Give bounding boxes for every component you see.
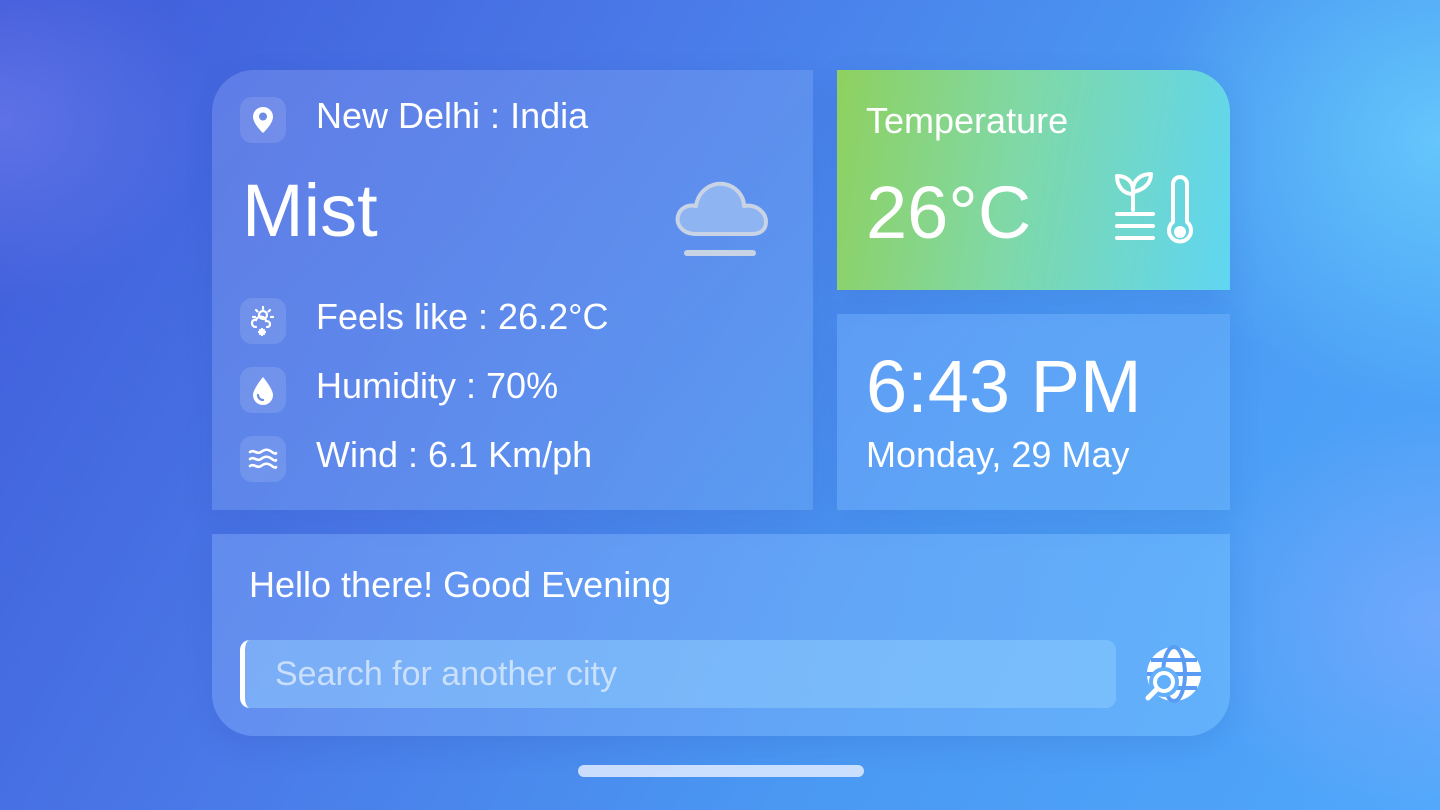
plant-thermometer-icon [1111, 170, 1203, 255]
location-pin-icon [240, 97, 286, 143]
feels-like-icon [240, 298, 286, 344]
weather-card: New Delhi : India Mist Feels like : 26.2… [212, 70, 813, 510]
greeting-text: Hello there! Good Evening [249, 564, 672, 605]
location-label: New Delhi : India [316, 95, 589, 136]
humidity-drop-icon [240, 367, 286, 413]
greeting-card: Hello there! Good Evening [212, 534, 1230, 736]
temperature-title: Temperature [866, 100, 1069, 141]
globe-search-icon [1145, 645, 1201, 703]
feels-like-label: Feels like : 26.2°C [316, 296, 609, 337]
current-date: Monday, 29 May [866, 434, 1130, 475]
home-indicator[interactable] [578, 765, 864, 777]
temperature-card: Temperature 26°C [837, 70, 1230, 290]
current-time: 6:43 PM [866, 345, 1142, 428]
wind-label: Wind : 6.1 Km/ph [316, 434, 593, 475]
temperature-value: 26°C [866, 171, 1032, 254]
clock-card: 6:43 PM Monday, 29 May [837, 314, 1230, 510]
search-box [240, 640, 1116, 708]
cloud-mist-icon [670, 174, 774, 269]
wind-waves-icon [240, 436, 286, 482]
humidity-label: Humidity : 70% [316, 365, 559, 406]
weather-condition: Mist [242, 169, 378, 252]
globe-search-button[interactable] [1142, 642, 1206, 706]
city-search-input[interactable] [245, 640, 1116, 708]
